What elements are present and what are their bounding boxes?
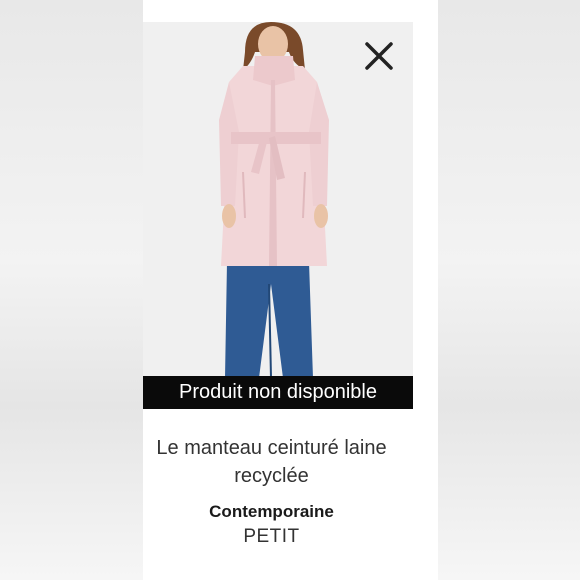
product-illustration: [143, 22, 413, 378]
close-button[interactable]: [361, 38, 397, 74]
product-title[interactable]: Le manteau ceinturé laine recyclée: [143, 434, 400, 490]
blurred-background-right: [438, 0, 580, 580]
product-brand: Contemporaine: [209, 502, 334, 521]
product-card: Produit non disponible Le manteau ceintu…: [143, 0, 438, 580]
close-icon[interactable]: [361, 38, 397, 74]
availability-banner: Produit non disponible: [143, 376, 413, 409]
product-size: PETIT: [243, 526, 300, 547]
product-photo[interactable]: [143, 22, 413, 378]
model-hand-left: [222, 204, 236, 228]
blurred-background-left: [0, 0, 143, 580]
model-hand-right: [314, 204, 328, 228]
screenshot-stage: Produit non disponible Le manteau ceintu…: [0, 0, 580, 580]
